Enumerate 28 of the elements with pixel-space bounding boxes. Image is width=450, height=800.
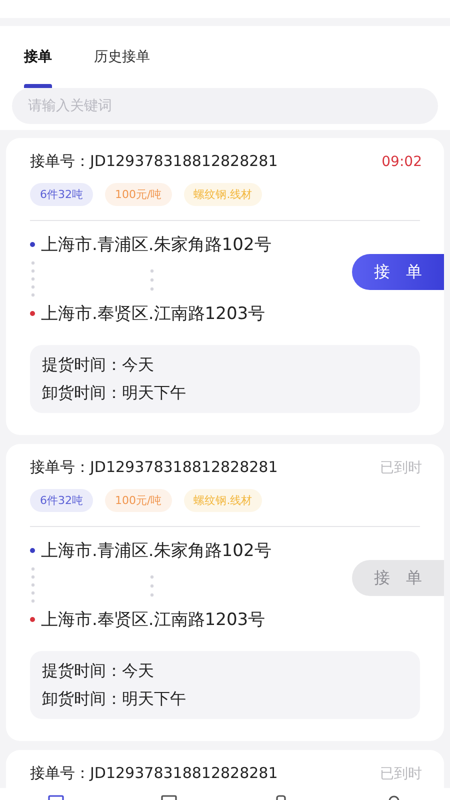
order-number: 接单号：JD129378318812828281 [30, 764, 278, 783]
order-status: 已到时 [380, 458, 422, 476]
tag: 螺纹钢.线材 [184, 489, 262, 512]
end-dot-icon [30, 617, 35, 622]
accept-button[interactable]: 接 单 [352, 254, 444, 290]
delivery-address: 上海市.奉贤区.江南路1203号 [41, 609, 266, 631]
tag: 100元/吨 [105, 489, 172, 512]
tab[interactable]: 接单 [24, 26, 52, 88]
tag: 6件32吨 [30, 183, 93, 206]
pickup-address: 上海市.青浦区.朱家角路102号 [41, 540, 272, 562]
tag: 螺纹钢.线材 [184, 183, 262, 206]
order-number: 接单号：JD129378318812828281 [30, 458, 278, 477]
time-text: 提货时间：今天 [42, 660, 155, 682]
start-dot-icon [30, 548, 35, 553]
order-status: 已到时 [380, 764, 422, 782]
pickup-address: 上海市.青浦区.朱家角路102号 [41, 234, 272, 256]
time-text: 卸货时间：明天下午 [42, 382, 187, 404]
order-number: 接单号：JD129378318812828281 [30, 152, 278, 171]
tag: 100元/吨 [105, 183, 172, 206]
search-field[interactable]: 请输入关键词 [12, 88, 438, 124]
time-text: 提货时间：今天 [42, 354, 155, 376]
tag: 6件32吨 [30, 489, 93, 512]
delivery-address: 上海市.奉贤区.江南路1203号 [41, 303, 266, 325]
time-text: 卸货时间：明天下午 [42, 688, 187, 710]
start-dot-icon [30, 242, 35, 247]
order-status: 09:02 [382, 154, 422, 170]
end-dot-icon [30, 311, 35, 316]
tab[interactable]: 历史接单 [94, 26, 150, 88]
